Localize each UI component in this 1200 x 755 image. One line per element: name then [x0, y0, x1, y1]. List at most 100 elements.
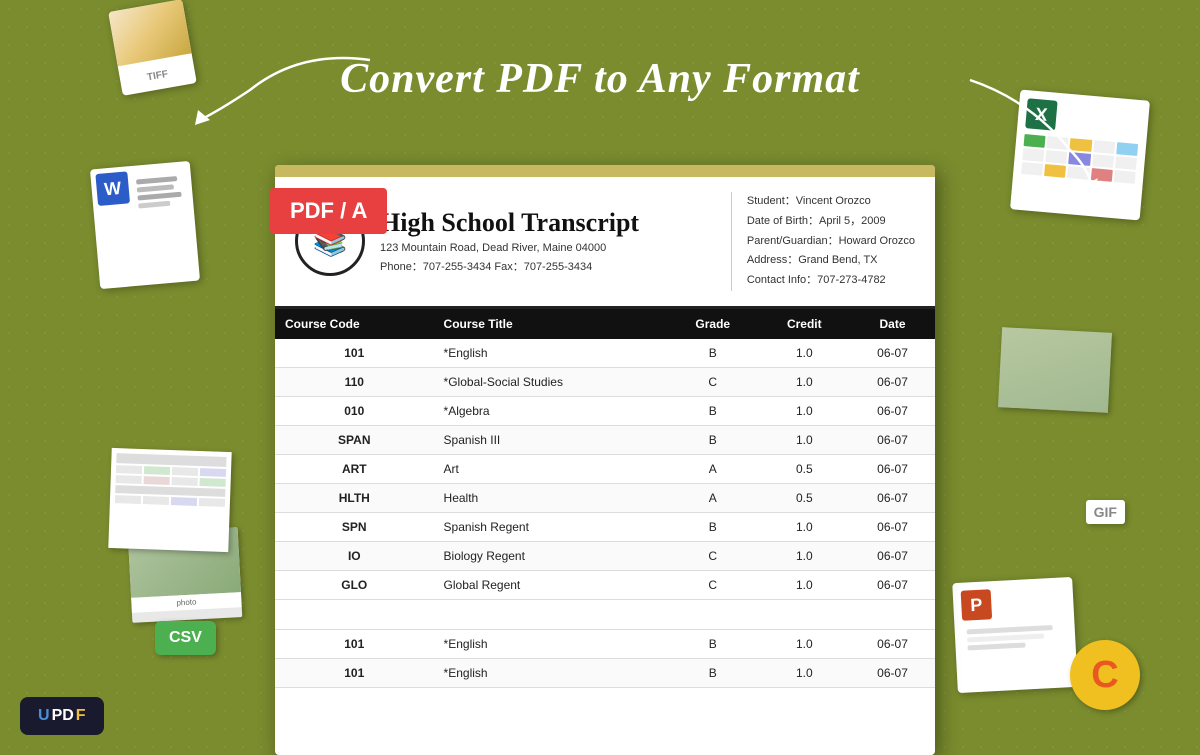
table-cell: 101	[275, 629, 434, 658]
table-cell: B	[667, 396, 759, 425]
table-cell: 101	[275, 339, 434, 368]
table-cell: 06-07	[850, 425, 935, 454]
table-cell: Health	[434, 483, 667, 512]
document-preview: 📚 High School Transcript 123 Mountain Ro…	[275, 165, 935, 755]
table-row: 101*EnglishB1.006-07	[275, 658, 935, 687]
table-cell: IO	[275, 541, 434, 570]
table-cell: SPN	[275, 512, 434, 541]
table-cell: B	[667, 425, 759, 454]
table-cell: 06-07	[850, 454, 935, 483]
table-cell: 06-07	[850, 367, 935, 396]
updf-u: U	[38, 707, 50, 725]
photo-decoration-right	[998, 327, 1112, 413]
pdf-badge: PDF / A	[270, 188, 387, 234]
doc-address-line1: 123 Mountain Road, Dead River, Maine 040…	[380, 242, 716, 254]
table-cell: 1.0	[759, 339, 851, 368]
col-credit: Credit	[759, 309, 851, 339]
parent-guardian: Parent/Guardian：Howard Orozco	[747, 232, 915, 252]
gif-decoration: GIF	[1086, 500, 1125, 524]
excel-icon: X	[1025, 98, 1058, 131]
table-cell: GLO	[275, 570, 434, 599]
table-row	[275, 599, 935, 629]
table-row: 110*Global-Social StudiesC1.006-07	[275, 367, 935, 396]
table-cell: A	[667, 483, 759, 512]
table-cell: 010	[275, 396, 434, 425]
contact-info: Contact Info：707-273-4782	[747, 271, 915, 291]
ppt-decoration: P	[952, 577, 1078, 693]
table-cell: *English	[434, 339, 667, 368]
table-row: 101*EnglishB1.006-07	[275, 339, 935, 368]
doc-title: High School Transcript	[380, 208, 716, 238]
table-cell: 1.0	[759, 367, 851, 396]
doc-title-area: High School Transcript 123 Mountain Road…	[380, 208, 716, 274]
student-address: Address：Grand Bend, TX	[747, 251, 915, 271]
table-cell: 1.0	[759, 658, 851, 687]
col-course-title: Course Title	[434, 309, 667, 339]
table-cell: 1.0	[759, 396, 851, 425]
table-cell: *English	[434, 658, 667, 687]
student-name: Student：Vincent Orozco	[747, 192, 915, 212]
excel-decoration: X	[1010, 90, 1150, 221]
c-decoration: C	[1070, 640, 1140, 710]
table-row: GLOGlobal RegentC1.006-07	[275, 570, 935, 599]
table-row: SPNSpanish RegentB1.006-07	[275, 512, 935, 541]
transcript-table: Course Code Course Title Grade Credit Da…	[275, 309, 935, 688]
table-cell: Biology Regent	[434, 541, 667, 570]
doc-phone-fax: Phone：707-255-3434 Fax：707-255-3434	[380, 258, 716, 274]
table-cell: 06-07	[850, 339, 935, 368]
table-cell: C	[667, 570, 759, 599]
table-cell: *Global-Social Studies	[434, 367, 667, 396]
csv-decoration: CSV	[155, 621, 216, 655]
table-cell: 1.0	[759, 541, 851, 570]
col-course-code: Course Code	[275, 309, 434, 339]
table-cell: 06-07	[850, 658, 935, 687]
ppt-icon: P	[961, 589, 993, 621]
table-cell: HLTH	[275, 483, 434, 512]
table-row: ARTArtA0.506-07	[275, 454, 935, 483]
table-cell: SPAN	[275, 425, 434, 454]
table-row: HLTHHealthA0.506-07	[275, 483, 935, 512]
table-cell: B	[667, 658, 759, 687]
csv-label: CSV	[169, 629, 202, 646]
word-decoration: W	[90, 161, 200, 289]
table-cell: C	[667, 541, 759, 570]
table-cell: 1.0	[759, 629, 851, 658]
updf-badge: UPDF	[20, 697, 104, 735]
table-cell: C	[667, 367, 759, 396]
doc-student-info: Student：Vincent Orozco Date of Birth：Apr…	[731, 192, 915, 291]
table-cell: Spanish III	[434, 425, 667, 454]
table-row: 010*AlgebraB1.006-07	[275, 396, 935, 425]
updf-f: F	[76, 707, 86, 725]
table-cell: 101	[275, 658, 434, 687]
table-cell: 1.0	[759, 425, 851, 454]
main-headline: Convert PDF to Any Format	[0, 55, 1200, 103]
table-cell: Art	[434, 454, 667, 483]
table-cell: B	[667, 339, 759, 368]
table-cell: Global Regent	[434, 570, 667, 599]
table-cell: *Algebra	[434, 396, 667, 425]
table-cell: 0.5	[759, 454, 851, 483]
table-cell: 06-07	[850, 629, 935, 658]
table-row: IOBiology RegentC1.006-07	[275, 541, 935, 570]
table-cell: ART	[275, 454, 434, 483]
table-cell: 0.5	[759, 483, 851, 512]
table-cell: Spanish Regent	[434, 512, 667, 541]
student-dob: Date of Birth：April 5，2009	[747, 212, 915, 232]
word-icon: W	[95, 171, 130, 206]
table-cell: 06-07	[850, 483, 935, 512]
table-cell: A	[667, 454, 759, 483]
spreadsheet-decoration	[108, 448, 231, 552]
table-cell: 1.0	[759, 512, 851, 541]
table-cell: 06-07	[850, 570, 935, 599]
updf-pdf: PD	[52, 707, 74, 725]
table-cell: B	[667, 512, 759, 541]
doc-top-bar	[275, 165, 935, 177]
table-row: 101*EnglishB1.006-07	[275, 629, 935, 658]
gif-label: GIF	[1094, 504, 1117, 520]
table-cell: 06-07	[850, 396, 935, 425]
table-cell: 06-07	[850, 541, 935, 570]
col-grade: Grade	[667, 309, 759, 339]
table-cell: 110	[275, 367, 434, 396]
table-header-row: Course Code Course Title Grade Credit Da…	[275, 309, 935, 339]
c-label: C	[1091, 654, 1118, 697]
